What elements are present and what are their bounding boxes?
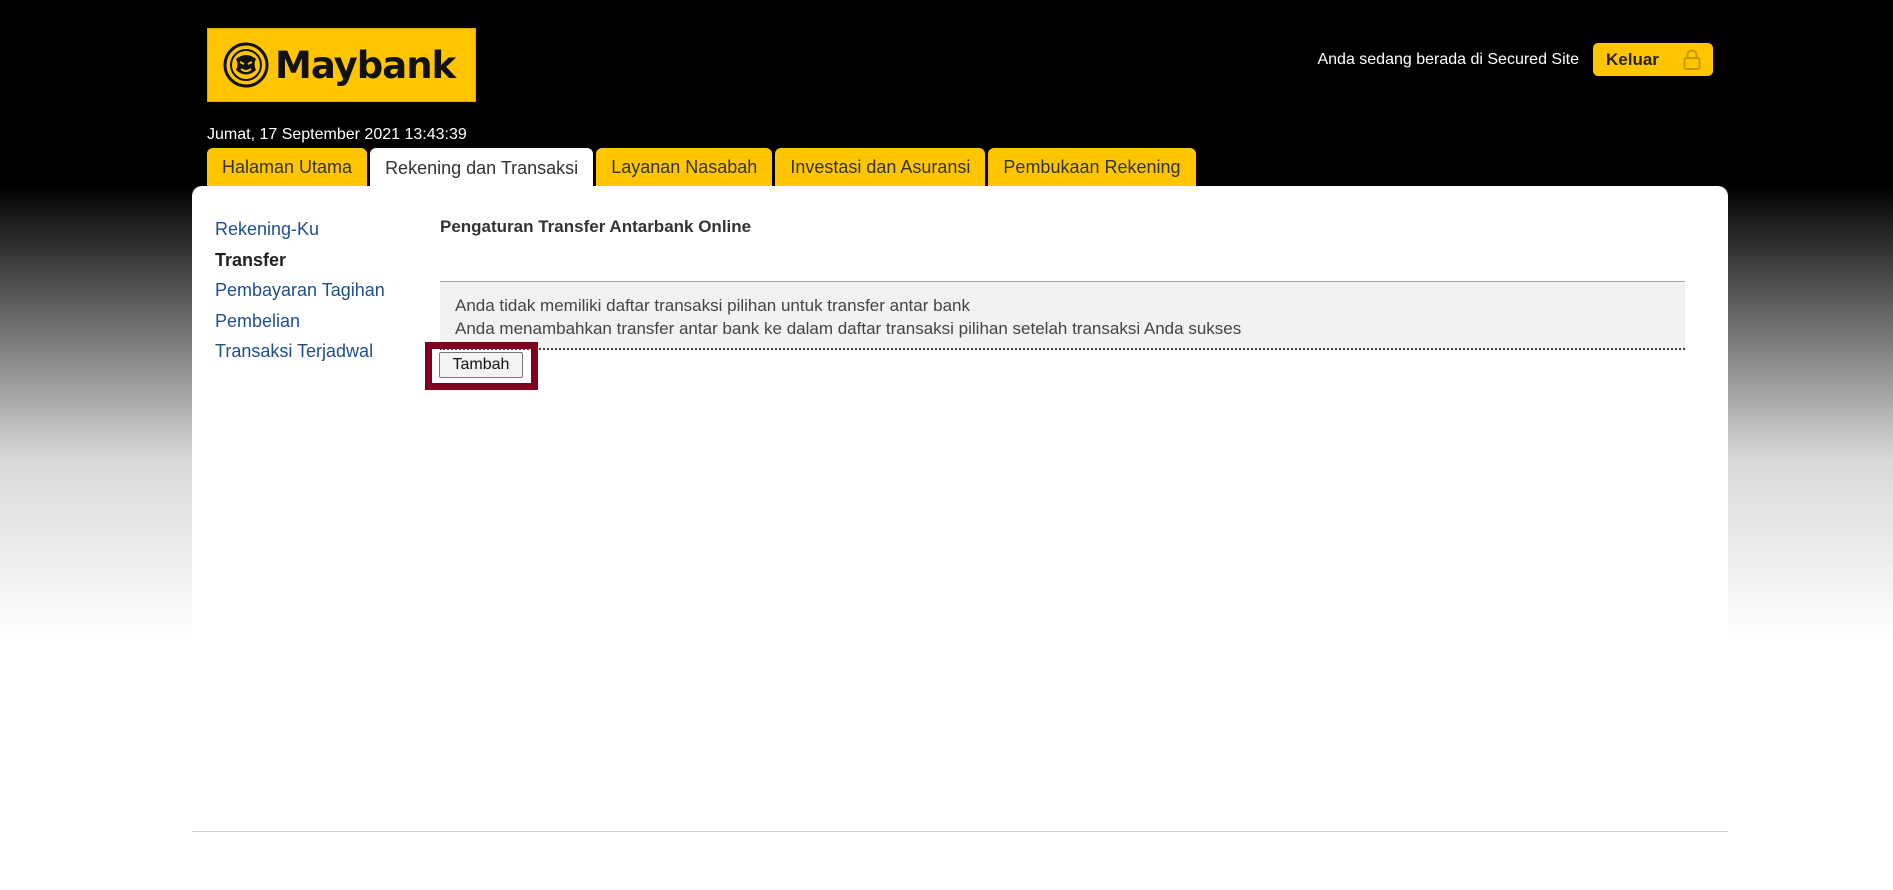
sidebar-item-pembayaran-tagihan[interactable]: Pembayaran Tagihan [215, 275, 385, 306]
info-message-line: Anda tidak memiliki daftar transaksi pil… [455, 296, 970, 315]
tab-layanan-nasabah[interactable]: Layanan Nasabah [596, 148, 773, 186]
sidebar-menu: Rekening-Ku Transfer Pembayaran Tagihan … [215, 214, 385, 367]
logo-text: Maybank [275, 43, 456, 87]
panel-divider [192, 831, 1728, 832]
info-message-box: Anda tidak memiliki daftar transaksi pil… [440, 281, 1685, 350]
secured-site-text: Anda sedang berada di Secured Site [1317, 51, 1579, 68]
logout-label: Keluar [1606, 49, 1659, 69]
maybank-logo[interactable]: Maybank [207, 28, 476, 102]
main-nav-tabs: Halaman Utama Rekening dan Transaksi Lay… [207, 148, 1196, 188]
sidebar-item-pembelian[interactable]: Pembelian [215, 306, 385, 337]
tab-halaman-utama[interactable]: Halaman Utama [207, 148, 368, 186]
sidebar-item-rekening-ku[interactable]: Rekening-Ku [215, 214, 385, 245]
tab-pembukaan-rekening[interactable]: Pembukaan Rekening [988, 148, 1196, 186]
sidebar-item-transaksi-terjadwal[interactable]: Transaksi Terjadwal [215, 336, 385, 367]
tiger-head-icon [223, 42, 269, 88]
page-title: Pengaturan Transfer Antarbank Online [440, 217, 752, 236]
sidebar-item-transfer[interactable]: Transfer [215, 245, 385, 276]
logout-button[interactable]: Keluar [1593, 43, 1713, 76]
lock-icon [1683, 49, 1701, 70]
info-message-line: Anda menambahkan transfer antar bank ke … [455, 319, 1242, 338]
add-button[interactable]: Tambah [439, 352, 523, 378]
tab-investasi-dan-asuransi[interactable]: Investasi dan Asuransi [775, 148, 986, 186]
tab-rekening-dan-transaksi[interactable]: Rekening dan Transaksi [370, 148, 594, 188]
current-datetime: Jumat, 17 September 2021 13:43:39 [207, 126, 467, 143]
